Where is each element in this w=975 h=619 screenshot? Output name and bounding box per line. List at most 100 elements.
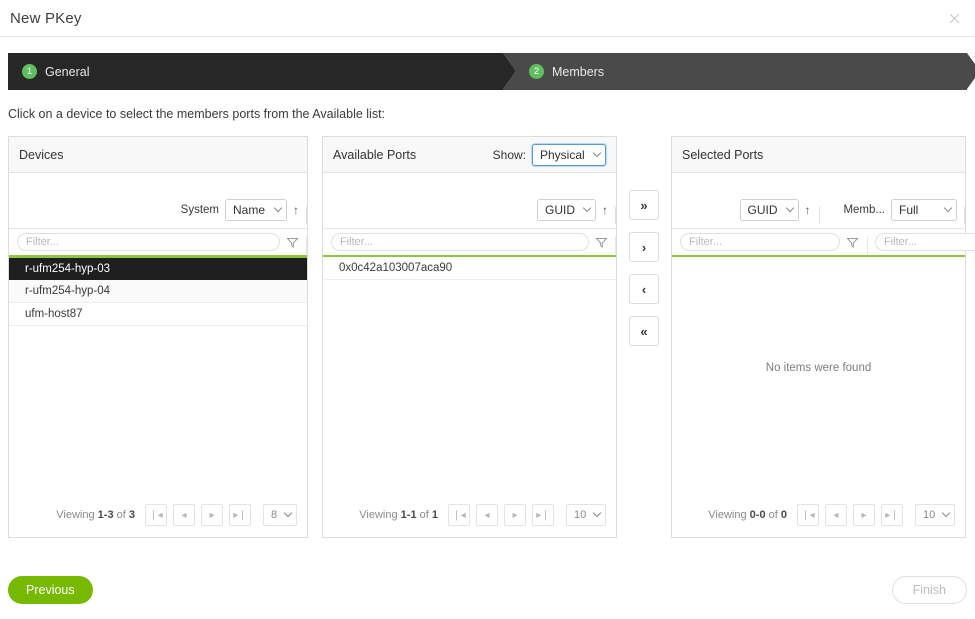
available-page-size-select[interactable]: 10	[566, 504, 606, 526]
devices-grid: System Name ↑	[9, 173, 307, 493]
devices-rows: r-ufm254-hyp-03 r-ufm254-hyp-04 ufm-host…	[9, 257, 307, 493]
devices-page-size-wrap: 8	[263, 504, 297, 526]
remove-selected-button[interactable]: ‹	[629, 274, 659, 304]
step-members-label: Members	[552, 65, 604, 79]
available-filter-cell	[323, 233, 616, 251]
filter-funnel-icon[interactable]	[595, 236, 608, 249]
selected-pager-range: 0-0	[750, 509, 766, 521]
available-filter-input[interactable]	[331, 233, 589, 251]
selected-sort-ascending-icon[interactable]: ↑	[805, 203, 811, 217]
selected-next-page-button[interactable]: ▸	[853, 504, 875, 526]
devices-filter-cell	[9, 233, 307, 251]
devices-panel: Devices System Name ↑	[8, 136, 308, 538]
devices-field-select[interactable]: Name	[225, 199, 287, 221]
devices-filter-input[interactable]	[17, 233, 280, 251]
devices-panel-title: Devices	[19, 148, 63, 162]
available-pager-prefix: Viewing	[359, 509, 400, 521]
devices-pager-total: 3	[129, 509, 135, 521]
step-members[interactable]: 2 Members	[503, 53, 967, 90]
available-filter-row	[323, 229, 616, 257]
devices-column-system: System Name ↑	[9, 199, 307, 228]
available-first-page-button[interactable]: ❘◂	[448, 504, 470, 526]
selected-membership-select-wrap: Full	[891, 199, 957, 221]
selected-page-size-select[interactable]: 10	[915, 504, 955, 526]
selected-column-membership: Memb... Full	[819, 199, 966, 228]
available-prev-page-button[interactable]: ◂	[476, 504, 498, 526]
available-ports-grid-header: GUID ↑	[323, 173, 616, 229]
devices-last-page-button[interactable]: ▸❘	[229, 504, 251, 526]
device-name: ufm-host87	[25, 308, 83, 320]
transfer-area: Devices System Name ↑	[8, 136, 967, 538]
available-show-control: Show: Physical	[493, 144, 606, 166]
available-show-select[interactable]: Physical	[532, 144, 606, 166]
remove-all-button[interactable]: «	[629, 316, 659, 346]
selected-pager-total: 0	[781, 509, 787, 521]
devices-pager-range: 1-3	[98, 509, 114, 521]
available-page-size-wrap: 10	[566, 504, 606, 526]
available-pager-range: 1-1	[401, 509, 417, 521]
device-name: r-ufm254-hyp-04	[25, 285, 110, 297]
devices-next-page-button[interactable]: ▸	[201, 504, 223, 526]
devices-first-page-button[interactable]: ❘◂	[145, 504, 167, 526]
selected-first-page-button[interactable]: ❘◂	[797, 504, 819, 526]
available-show-label: Show:	[493, 148, 526, 162]
selected-ports-grid-header: GUID ↑ Memb... Full	[672, 173, 965, 229]
table-row[interactable]: ufm-host87	[9, 303, 307, 326]
close-icon[interactable]	[943, 7, 965, 29]
available-ports-header: Available Ports Show: Physical	[323, 137, 616, 173]
devices-prev-page-button[interactable]: ◂	[173, 504, 195, 526]
finish-button[interactable]: Finish	[892, 576, 967, 604]
available-last-page-button[interactable]: ▸❘	[532, 504, 554, 526]
selected-membership-select[interactable]: Full	[891, 199, 957, 221]
selected-membership-filter-cell	[867, 233, 975, 251]
filter-funnel-icon[interactable]	[286, 236, 299, 249]
devices-page-size-select[interactable]: 8	[263, 504, 297, 526]
selected-guid-filter-input[interactable]	[680, 233, 840, 251]
available-pager-middle: of	[417, 509, 432, 521]
devices-column-label: System	[181, 204, 219, 216]
available-field-select[interactable]: GUID	[537, 199, 596, 221]
table-row[interactable]: r-ufm254-hyp-04	[9, 280, 307, 303]
add-all-button[interactable]: »	[629, 190, 659, 220]
selected-filter-row	[672, 229, 965, 257]
step-members-number: 2	[529, 64, 544, 79]
available-pager-total: 1	[432, 509, 438, 521]
step-general-label: General	[45, 65, 89, 79]
available-sort-ascending-icon[interactable]: ↑	[602, 203, 608, 217]
devices-panel-header: Devices	[9, 137, 307, 173]
dialog-footer: Previous Finish	[0, 561, 975, 619]
selected-prev-page-button[interactable]: ◂	[825, 504, 847, 526]
transfer-buttons: » › ‹ «	[617, 136, 671, 346]
step-general-number: 1	[22, 64, 37, 79]
table-row[interactable]: 0x0c42a103007aca90	[323, 257, 616, 280]
devices-pagination: Viewing 1-3 of 3 ❘◂ ◂ ▸ ▸❘ 8	[9, 493, 307, 537]
page-title: New PKey	[10, 10, 82, 27]
selected-ports-panel: Selected Ports GUID ↑ Memb...	[671, 136, 966, 538]
devices-pagination-text: Viewing 1-3 of 3	[56, 509, 135, 521]
devices-filter-row	[9, 229, 307, 257]
devices-sort-ascending-icon[interactable]: ↑	[293, 203, 299, 217]
wizard-steps: 1 General 2 Members	[8, 53, 967, 90]
selected-pager-middle: of	[766, 509, 781, 521]
device-name: r-ufm254-hyp-03	[25, 263, 110, 275]
devices-pager-prefix: Viewing	[56, 509, 97, 521]
step-general[interactable]: 1 General	[8, 53, 503, 90]
available-pagination-text: Viewing 1-1 of 1	[359, 509, 438, 521]
selected-membership-filter-input[interactable]	[875, 233, 975, 251]
available-ports-panel: Available Ports Show: Physical GUID	[322, 136, 617, 538]
previous-button[interactable]: Previous	[8, 576, 93, 604]
table-row[interactable]: r-ufm254-hyp-03	[9, 257, 307, 280]
selected-ports-rows: No items were found	[672, 257, 965, 493]
selected-last-page-button[interactable]: ▸❘	[881, 504, 903, 526]
filter-funnel-icon[interactable]	[846, 236, 859, 249]
selected-pagination-text: Viewing 0-0 of 0	[708, 509, 787, 521]
devices-grid-header: System Name ↑	[9, 173, 307, 229]
selected-pager-prefix: Viewing	[708, 509, 749, 521]
available-ports-rows: 0x0c42a103007aca90	[323, 257, 616, 493]
available-next-page-button[interactable]: ▸	[504, 504, 526, 526]
selected-ports-header: Selected Ports	[672, 137, 965, 173]
selected-column-guid: GUID ↑	[672, 199, 819, 228]
selected-ports-title: Selected Ports	[682, 148, 763, 162]
selected-guid-field-select[interactable]: GUID	[740, 199, 799, 221]
add-selected-button[interactable]: ›	[629, 232, 659, 262]
